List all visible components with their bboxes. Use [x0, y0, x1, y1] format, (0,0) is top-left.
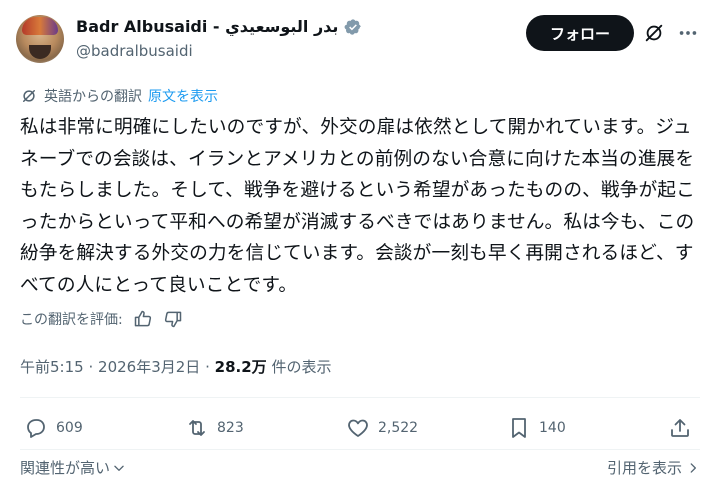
view-quotes-link[interactable]: 引用を表示 [607, 457, 700, 478]
tweet-date[interactable]: 2026年3月2日 [98, 358, 200, 376]
repost-count: 823 [217, 420, 244, 436]
more-icon[interactable] [677, 22, 699, 44]
rate-translation-label: この翻訳を評価: [20, 312, 123, 328]
translate-icon [23, 90, 35, 102]
avatar-beard [29, 45, 51, 59]
view-quotes-label: 引用を表示 [606, 459, 682, 477]
reply-sort-dropdown[interactable]: 関連性が高い [20, 457, 126, 478]
meta-separator: · [88, 358, 94, 376]
author-handle[interactable]: @badralbusaidi [76, 42, 193, 60]
grok-icon[interactable] [643, 22, 665, 44]
translation-label: 英語からの翻訳 [44, 89, 142, 105]
heart-icon [348, 419, 368, 437]
bookmark-icon [512, 418, 526, 438]
views-label: 件の表示 [271, 358, 332, 376]
verified-badge-icon [345, 18, 362, 35]
show-original-link[interactable]: 原文を表示 [148, 86, 218, 106]
repost-icon [189, 420, 205, 436]
bookmark-count: 140 [539, 420, 566, 436]
avatar[interactable] [16, 15, 64, 63]
thumbs-up-icon[interactable] [133, 309, 153, 329]
repost-button[interactable]: 823 [185, 416, 244, 440]
translation-row: 英語からの翻訳 原文を表示 [20, 86, 218, 106]
chevron-right-icon [690, 462, 696, 473]
share-button[interactable] [668, 416, 692, 440]
meta-separator: · [205, 358, 210, 376]
reply-button[interactable]: 609 [24, 416, 83, 440]
thumbs-down-icon[interactable] [163, 309, 183, 329]
tweet-text: 私は非常に明確にしたいのですが、外交の扉は依然として開かれています。ジュネーブで… [20, 117, 695, 296]
avatar-turban [22, 17, 58, 35]
reply-icon [27, 419, 45, 438]
chevron-down-icon [114, 465, 124, 471]
reply-count: 609 [56, 420, 83, 436]
share-icon [671, 419, 689, 437]
reply-sort-label: 関連性が高い [20, 459, 111, 477]
like-button[interactable]: 2,522 [346, 416, 418, 440]
author-name-row[interactable]: Badr Albusaidi - بدر البوسعيدي [76, 17, 362, 36]
rate-translation-row: この翻訳を評価: [20, 309, 183, 329]
tweet-meta: 午前5:15 · 2026年3月2日 · 28.2万 件の表示 [20, 356, 331, 377]
views-count: 28.2万 [214, 358, 267, 376]
divider-bottom [20, 449, 700, 450]
divider-top [20, 397, 700, 398]
tweet-time[interactable]: 午前5:15 [20, 358, 84, 376]
follow-button[interactable]: フォロー [526, 15, 634, 51]
author-display-name[interactable]: Badr Albusaidi - بدر البوسعيدي [76, 17, 338, 36]
bookmark-button[interactable]: 140 [507, 416, 566, 440]
like-count: 2,522 [378, 420, 419, 436]
